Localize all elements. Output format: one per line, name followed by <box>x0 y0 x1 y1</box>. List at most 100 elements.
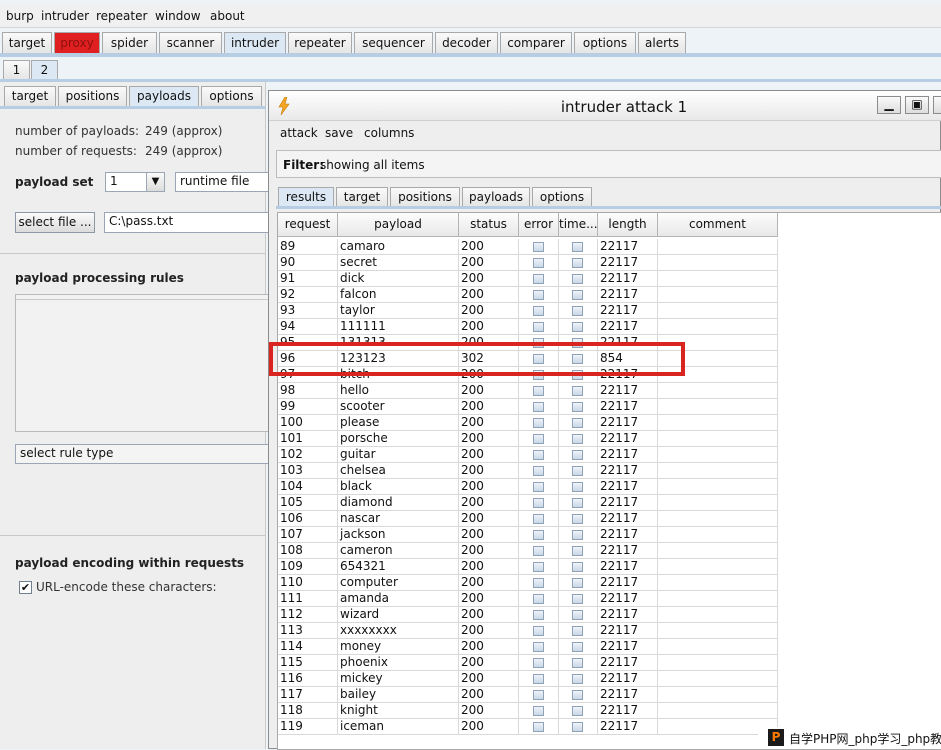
tab-sequencer[interactable]: sequencer <box>354 32 433 54</box>
menu-burp[interactable]: burp <box>6 9 34 23</box>
table-row[interactable]: 112 wizard 200 22117 <box>278 607 778 623</box>
encoding-heading: payload encoding within requests <box>15 556 245 570</box>
tab-comparer[interactable]: comparer <box>500 32 572 54</box>
table-row[interactable]: 116 mickey 200 22117 <box>278 671 778 687</box>
cell-comment <box>658 687 778 703</box>
ltab-options[interactable]: options <box>201 86 262 107</box>
cell-time <box>559 623 598 639</box>
rtab-payloads[interactable]: payloads <box>462 187 530 207</box>
table-row[interactable]: 98 hello 200 22117 <box>278 383 778 399</box>
tab-spider[interactable]: spider <box>102 32 157 54</box>
file-path-field[interactable]: C:\pass.txt <box>104 212 270 233</box>
num-payloads-value: 249 (approx) <box>145 124 223 138</box>
time-checkbox <box>572 610 583 620</box>
cell-comment <box>658 319 778 335</box>
table-row[interactable]: 89 camaro 200 22117 <box>278 239 778 255</box>
table-row[interactable]: 90 secret 200 22117 <box>278 255 778 271</box>
table-row[interactable]: 109 654321 200 22117 <box>278 559 778 575</box>
cell-payload: secret <box>338 255 459 271</box>
table-row[interactable]: 94 111111 200 22117 <box>278 319 778 335</box>
menu-repeater[interactable]: repeater <box>96 9 147 23</box>
table-row[interactable]: 117 bailey 200 22117 <box>278 687 778 703</box>
menu-about[interactable]: about <box>210 9 245 23</box>
rtab-results[interactable]: results <box>278 187 334 207</box>
table-row[interactable]: 110 computer 200 22117 <box>278 575 778 591</box>
window-titlebar[interactable]: intruder attack 1 ▁ ▣ <box>269 91 941 121</box>
col-comment[interactable]: comment <box>658 213 778 237</box>
menu-intruder[interactable]: intruder <box>41 9 89 23</box>
table-row[interactable]: 91 dick 200 22117 <box>278 271 778 287</box>
tab-proxy[interactable]: proxy <box>54 32 100 54</box>
table-row[interactable]: 106 nascar 200 22117 <box>278 511 778 527</box>
menu-window[interactable]: window <box>155 9 201 23</box>
processing-rules-list[interactable] <box>15 294 271 432</box>
rtab-target[interactable]: target <box>336 187 388 207</box>
col-time[interactable]: time... <box>559 213 598 237</box>
table-row[interactable]: 114 money 200 22117 <box>278 639 778 655</box>
table-row[interactable]: 113 xxxxxxxx 200 22117 <box>278 623 778 639</box>
table-row[interactable]: 102 guitar 200 22117 <box>278 447 778 463</box>
table-row[interactable]: 100 please 200 22117 <box>278 415 778 431</box>
ltab-positions[interactable]: positions <box>58 86 127 107</box>
cell-time <box>559 703 598 719</box>
payload-set-select[interactable]: 1 ▼ <box>105 172 165 192</box>
ltab-target[interactable]: target <box>4 86 56 107</box>
col-error[interactable]: error <box>519 213 559 237</box>
minimize-icon[interactable]: ▁ <box>877 96 901 114</box>
table-row[interactable]: 92 falcon 200 22117 <box>278 287 778 303</box>
table-row[interactable]: 118 knight 200 22117 <box>278 703 778 719</box>
tab-decoder[interactable]: decoder <box>435 32 498 54</box>
cell-error <box>519 703 559 719</box>
tab-target[interactable]: target <box>2 32 52 54</box>
table-row[interactable]: 101 porsche 200 22117 <box>278 431 778 447</box>
tab-repeater[interactable]: repeater <box>288 32 352 54</box>
filter-bar[interactable]: Filter: showing all items <box>276 150 941 178</box>
table-row[interactable]: 107 jackson 200 22117 <box>278 527 778 543</box>
table-row[interactable]: 105 diamond 200 22117 <box>278 495 778 511</box>
time-checkbox <box>572 482 583 492</box>
close-icon[interactable] <box>933 96 941 114</box>
cell-comment <box>658 639 778 655</box>
table-row[interactable]: 115 phoenix 200 22117 <box>278 655 778 671</box>
time-checkbox <box>572 690 583 700</box>
tab-options[interactable]: options <box>574 32 636 54</box>
error-checkbox <box>533 274 544 284</box>
table-row[interactable]: 111 amanda 200 22117 <box>278 591 778 607</box>
select-rule-type-dropdown[interactable]: select rule type <box>15 444 270 464</box>
error-checkbox <box>533 530 544 540</box>
table-row[interactable]: 103 chelsea 200 22117 <box>278 463 778 479</box>
tab-intruder[interactable]: intruder <box>224 32 286 54</box>
table-row[interactable]: 99 scooter 200 22117 <box>278 399 778 415</box>
cell-request: 105 <box>278 495 338 511</box>
cell-request: 92 <box>278 287 338 303</box>
subtab-2[interactable]: 2 <box>31 60 58 80</box>
payload-type-select[interactable]: runtime file <box>175 172 270 192</box>
menu-attack[interactable]: attack <box>280 126 318 140</box>
table-row[interactable]: 119 iceman 200 22117 <box>278 719 778 735</box>
col-length[interactable]: length <box>598 213 658 237</box>
tab-scanner[interactable]: scanner <box>159 32 222 54</box>
url-encode-checkbox[interactable]: ✔ <box>19 581 32 594</box>
table-row[interactable]: 104 black 200 22117 <box>278 479 778 495</box>
col-status[interactable]: status <box>459 213 519 237</box>
menu-columns[interactable]: columns <box>364 126 414 140</box>
maximize-icon[interactable]: ▣ <box>905 96 929 114</box>
error-checkbox <box>533 434 544 444</box>
cell-length: 22117 <box>598 255 658 271</box>
col-payload[interactable]: payload <box>338 213 459 237</box>
chevron-down-icon[interactable]: ▼ <box>146 173 164 191</box>
rtab-positions[interactable]: positions <box>390 187 460 207</box>
select-file-button[interactable]: select file ... <box>15 212 95 233</box>
subtab-1[interactable]: 1 <box>3 60 30 80</box>
ltab-payloads[interactable]: payloads <box>129 86 199 107</box>
col-request[interactable]: request <box>278 213 338 237</box>
table-row[interactable]: 93 taylor 200 22117 <box>278 303 778 319</box>
cell-error <box>519 719 559 735</box>
tab-alerts[interactable]: alerts <box>638 32 686 54</box>
cell-time <box>559 607 598 623</box>
cell-request: 118 <box>278 703 338 719</box>
table-row[interactable]: 108 cameron 200 22117 <box>278 543 778 559</box>
menu-save[interactable]: save <box>325 126 353 140</box>
cell-time <box>559 319 598 335</box>
rtab-options[interactable]: options <box>532 187 592 207</box>
